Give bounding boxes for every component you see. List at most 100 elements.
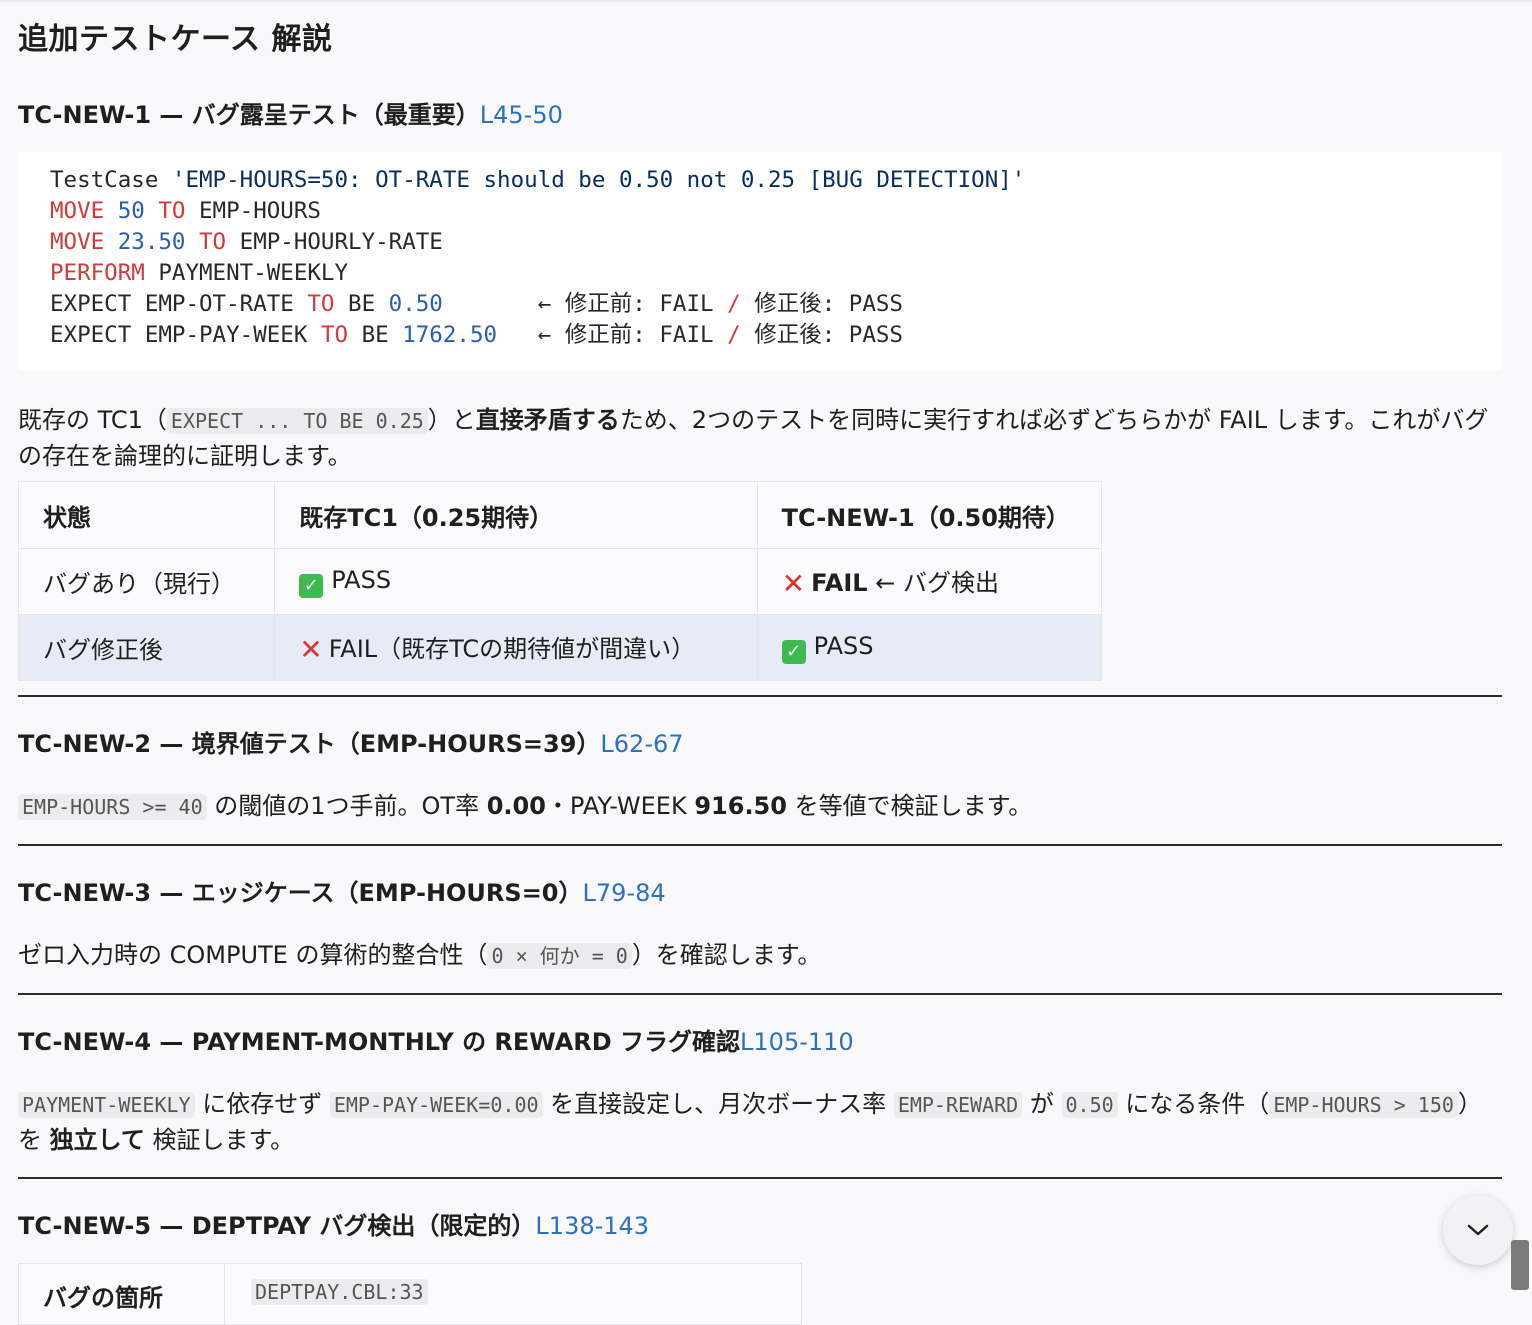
inline-code: DEPTPAY.CBL:33 (251, 1279, 428, 1305)
table-cell: バグあり（現行） (17, 548, 276, 615)
code-number: 1762.50 (402, 322, 498, 348)
code-keyword: TO (199, 229, 227, 255)
code-comment: 修正後: PASS (740, 322, 903, 348)
section-divider (18, 1177, 1502, 1179)
page-title: 追加テストケース 解説 (18, 22, 333, 57)
inline-code: PAYMENT-WEEKLY (18, 1092, 195, 1118)
cell-text: PASS (331, 565, 392, 594)
table-header: 既存TC1（0.25期待） (274, 481, 758, 549)
inline-code: EMP-PAY-WEEK=0.00 (329, 1092, 543, 1118)
inline-code: EMP-HOURS > 150 (1269, 1092, 1458, 1118)
text: 既存の TC1（ (18, 406, 167, 434)
scrollbar-thumb[interactable] (1511, 1240, 1529, 1290)
section-divider (18, 695, 1502, 697)
inline-code: 0 × 何か = 0 (487, 943, 632, 969)
text: ・PAY-WEEK (545, 792, 695, 820)
code-slash: / (727, 322, 741, 348)
tc3-description: ゼロ入力時の COMPUTE の算術的整合性（ 0 × 何か = 0 ）を確認します… (18, 938, 1502, 974)
tc1-description: 既存の TC1（ EXPECT ... TO BE 0.25 ）と直接矛盾するため、… (18, 403, 1502, 474)
code-token: EMP-HOURS (185, 198, 321, 224)
tc2-description: EMP-HOURS >= 40 の閾値の1つ手前。OT率 0.00・PAY-WE… (18, 789, 1502, 825)
tc4-description: PAYMENT-WEEKLY に依存せず EMP-PAY-WEEK=0.00 を… (18, 1087, 1502, 1158)
code-line: MOVE 23.50 TO EMP-HOURLY-RATE (50, 227, 1502, 258)
cell-text: PASS (813, 631, 874, 660)
tc1-code-block: TestCase 'EMP-HOURS=50: OT-RATE should b… (18, 152, 1502, 370)
code-keyword: MOVE (50, 229, 105, 255)
code-keyword: TO (307, 291, 335, 317)
table-cell: ✓ PASS (274, 548, 758, 615)
chevron-down-icon (1467, 1224, 1489, 1236)
bold-text: 0.00 (486, 792, 546, 820)
scroll-to-bottom-button[interactable] (1443, 1195, 1513, 1265)
table-cell: ✕ FAIL（既存TCの期待値が間違い） (274, 614, 758, 681)
table-row: バグあり（現行） ✓ PASS ✕ FAIL ← バグ検出 (17, 548, 1103, 615)
inline-code: EMP-REWARD (893, 1092, 1023, 1118)
text: になる条件（ (1117, 1090, 1270, 1118)
code-token: BE (348, 322, 403, 348)
tc2-line-ref-link[interactable]: L62-67 (600, 730, 683, 758)
table-cell: ✓ PASS (756, 614, 1103, 681)
tc3-line-ref-link[interactable]: L79-84 (583, 879, 666, 907)
text: を直接設定し、月次ボーナス率 (542, 1090, 894, 1118)
text: ゼロ入力時の COMPUTE の算術的整合性（ (18, 941, 488, 969)
code-token: TestCase (50, 167, 172, 193)
code-line: TestCase 'EMP-HOURS=50: OT-RATE should b… (50, 165, 1502, 196)
section-divider (18, 993, 1502, 995)
tc5-heading-text: TC-NEW-5 — DEPTPAY バグ検出（限定的） (18, 1212, 536, 1240)
code-token: PAYMENT-WEEKLY (144, 260, 349, 286)
inline-code: EMP-HOURS >= 40 (18, 794, 207, 820)
code-comment: ← 修正前: FAIL (497, 322, 728, 348)
text: に依存せず (194, 1090, 330, 1118)
code-number: 50 (117, 198, 145, 224)
code-token: EXPECT EMP-PAY-WEEK (50, 322, 321, 348)
tc1-heading-text: TC-NEW-1 — バグ露呈テスト（最重要） (18, 101, 480, 129)
code-keyword: MOVE (50, 198, 105, 224)
code-number: 23.50 (117, 229, 186, 255)
tc1-heading: TC-NEW-1 — バグ露呈テスト（最重要）L45-50 (18, 95, 563, 130)
code-string: 'EMP-HOURS=50: OT-RATE should be 0.50 no… (171, 167, 1026, 193)
tc3-heading: TC-NEW-3 — エッジケース（EMP-HOURS=0）L79-84 (18, 873, 666, 908)
cross-icon: ✕ (299, 633, 323, 666)
check-icon: ✓ (781, 639, 806, 664)
tc4-line-ref-link[interactable]: L105-110 (740, 1028, 854, 1056)
tc5-line-ref-link[interactable]: L138-143 (535, 1212, 649, 1240)
code-comment: ← 修正前: FAIL (442, 291, 728, 317)
text: 検証します。 (144, 1126, 295, 1154)
code-keyword: TO (158, 198, 186, 224)
table-cell: バグ修正後 (17, 614, 276, 681)
table-header: TC-NEW-1（0.50期待） (756, 481, 1103, 549)
code-line: EXPECT EMP-OT-RATE TO BE 0.50 ← 修正前: FAI… (50, 289, 1502, 320)
tc5-table: バグの箇所 DEPTPAY.CBL:33 (18, 1263, 802, 1325)
code-comment: 修正後: PASS (740, 291, 903, 317)
table-cell: DEPTPAY.CBL:33 (251, 1279, 428, 1305)
section-divider (18, 844, 1502, 846)
inline-code: 0.50 (1061, 1092, 1118, 1118)
top-shadow (0, 0, 1532, 3)
cell-text: FAIL（既存TCの期待値が間違い） (328, 635, 696, 663)
code-slash: / (727, 291, 741, 317)
table-cell: ✕ FAIL ← バグ検出 (756, 548, 1103, 615)
code-keyword: TO (320, 322, 349, 348)
check-icon: ✓ (299, 573, 324, 598)
tc2-heading-text: TC-NEW-2 — 境界値テスト（EMP-HOURS=39） (18, 730, 601, 758)
cross-icon: ✕ (781, 567, 806, 600)
text: の閾値の1つ手前。OT率 (206, 792, 487, 820)
tc2-heading: TC-NEW-2 — 境界値テスト（EMP-HOURS=39）L62-67 (18, 724, 684, 759)
text: ）を確認します。 (631, 941, 822, 969)
bold-text: 916.50 (694, 792, 787, 820)
tc4-heading: TC-NEW-4 — PAYMENT-MONTHLY の REWARD フラグ確… (18, 1022, 854, 1057)
code-token: EXPECT EMP-OT-RATE (50, 291, 308, 317)
table-row: バグ修正後 ✕ FAIL（既存TCの期待値が間違い） ✓ PASS (17, 614, 1103, 681)
code-line: PERFORM PAYMENT-WEEKLY (50, 258, 1502, 289)
code-keyword: PERFORM (50, 260, 145, 286)
tc1-line-ref-link[interactable]: L45-50 (480, 101, 563, 129)
code-line: MOVE 50 TO EMP-HOURS (50, 196, 1502, 227)
bold-text: 直接矛盾する (475, 406, 620, 434)
bold-text: 独立して (49, 1126, 145, 1154)
table-header: 状態 (17, 481, 276, 549)
table-header-row: 状態 既存TC1（0.25期待） TC-NEW-1（0.50期待） (17, 481, 1103, 549)
